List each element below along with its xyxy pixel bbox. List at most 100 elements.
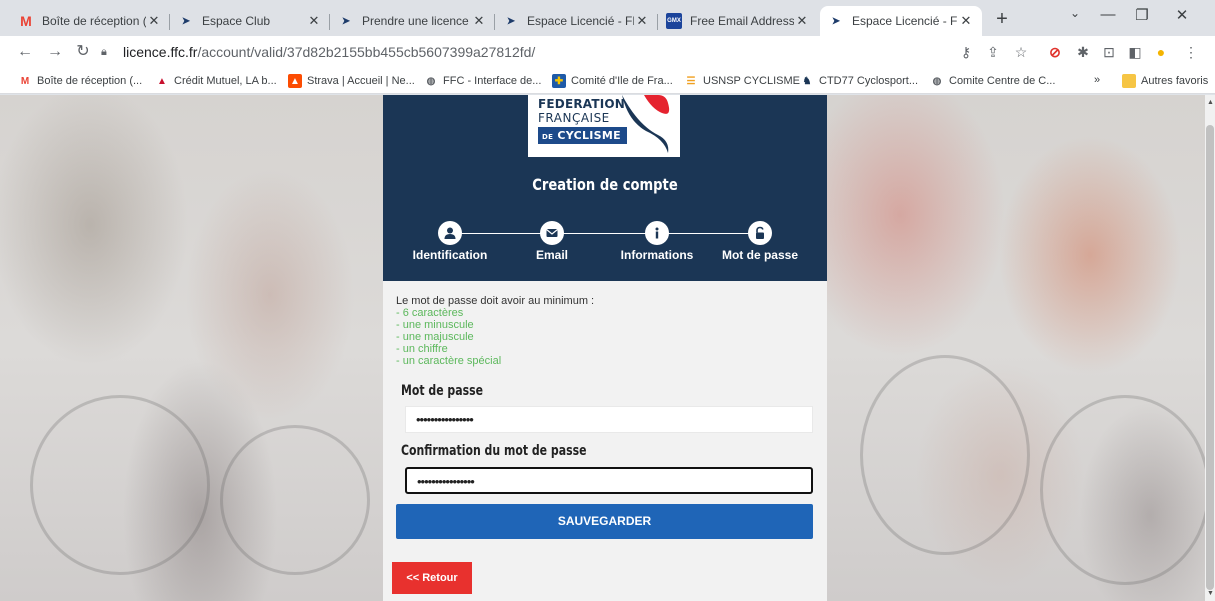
bookmark-star-icon[interactable]: ☆ — [1010, 42, 1032, 62]
ffc-icon: ➤ — [181, 15, 191, 27]
bookmark-label: Crédit Mutuel, LA b... — [174, 75, 277, 87]
close-icon[interactable]: ✕ — [634, 13, 650, 29]
bookmark-gmail[interactable]: M Boîte de réception (... — [18, 74, 142, 88]
new-tab-button[interactable]: + — [990, 8, 1014, 32]
page-viewport: FEDERATION FRANÇAISE DE CYCLISME Creatio… — [0, 95, 1205, 601]
bookmarks-bar: M Boîte de réception (... ▲ Crédit Mutue… — [0, 68, 1215, 94]
bookmark-strava[interactable]: ▲ Strava | Accueil | Ne... — [288, 74, 415, 88]
browser-tabstrip: M Boîte de réception (1 ✕ ➤ Espace Club … — [0, 0, 1215, 36]
menu-kebab-icon[interactable]: ⋮ — [1180, 42, 1202, 62]
step-informations — [645, 221, 669, 245]
forward-arrow-icon[interactable]: → — [44, 42, 66, 62]
bookmarks-overflow-button[interactable]: » — [1094, 74, 1100, 86]
password-input[interactable]: •••••••••••••••• — [405, 406, 813, 433]
save-button[interactable]: SAUVEGARDER — [396, 504, 813, 539]
close-icon[interactable]: ✕ — [306, 13, 322, 29]
background-wheel — [860, 355, 1030, 555]
password-rules-intro: Le mot de passe doit avoir au minimum : — [396, 295, 595, 307]
page-scrollbar[interactable]: ▲ ▼ — [1205, 95, 1215, 601]
ffc-icon: ➤ — [831, 15, 841, 27]
share-icon[interactable]: ⇪ — [982, 42, 1004, 62]
tab-free-email[interactable]: GMX Free Email Addresses ✕ — [658, 6, 818, 36]
confirm-password-input[interactable]: •••••••••••••••• — [405, 467, 813, 494]
url-path: /account/valid/37d82b2155bb455cb5607399a… — [197, 44, 536, 60]
logo-line3-prefix: DE — [542, 133, 554, 141]
scroll-up-arrow-icon[interactable]: ▲ — [1207, 99, 1214, 106]
logo-line1: FEDERATION — [538, 97, 626, 111]
step-label-mot-de-passe: Mot de passe — [721, 248, 799, 262]
key-icon[interactable]: ⚷ — [955, 42, 977, 62]
password-rule: - une majuscule — [396, 331, 474, 343]
tab-espace-licencie[interactable]: ➤ Espace Licencié - FFC ✕ — [495, 6, 658, 36]
tab-espace-club[interactable]: ➤ Espace Club ✕ — [170, 6, 330, 36]
step-label-identification: Identification — [412, 248, 488, 262]
address-bar[interactable]: 🔒︎ licence.ffc.fr/account/valid/37d82b21… — [101, 40, 951, 64]
tab-prendre-licence[interactable]: ➤ Prendre une licence c ✕ — [330, 6, 495, 36]
steps-connector — [461, 233, 763, 234]
envelope-icon — [546, 229, 558, 237]
bookmark-ffc-interface[interactable]: ◍ FFC - Interface de... — [424, 74, 542, 88]
tab-title: Espace Licencié - FFC — [527, 14, 634, 28]
bookmark-label: CTD77 Cyclosport... — [819, 75, 919, 87]
tab-title: Espace Licencié - FFC — [852, 14, 958, 28]
tab-title: Espace Club — [202, 14, 271, 28]
browser-toolbar: ← → ↻ 🔒︎ licence.ffc.fr/account/valid/37… — [0, 36, 1215, 68]
adblock-extension-icon[interactable]: ⊘ — [1044, 42, 1066, 62]
tab-search-icon[interactable]: ⌄ — [1060, 6, 1090, 20]
step-identification — [438, 221, 462, 245]
logo-line3: DE CYCLISME — [538, 127, 627, 144]
close-icon[interactable]: ✕ — [958, 13, 974, 29]
bookmark-label: Boîte de réception (... — [37, 75, 143, 87]
globe-icon: ◍ — [426, 75, 436, 87]
bookmark-credit-mutuel[interactable]: ▲ Crédit Mutuel, LA b... — [155, 74, 277, 88]
cast-icon[interactable]: ⊡ — [1098, 42, 1120, 62]
bookmark-label: Comité d'Ile de Fra... — [571, 75, 673, 87]
side-panel-icon[interactable]: ◧ — [1124, 42, 1146, 62]
bookmark-other-favorites[interactable]: Autres favoris — [1122, 74, 1208, 88]
password-rule: - 6 caractères — [396, 307, 464, 319]
scrollbar-thumb[interactable] — [1206, 125, 1214, 590]
back-button[interactable]: << Retour — [392, 562, 472, 594]
close-icon[interactable]: ✕ — [146, 13, 162, 29]
scroll-down-arrow-icon[interactable]: ▼ — [1207, 590, 1214, 597]
account-creation-panel: FEDERATION FRANÇAISE DE CYCLISME Creatio… — [383, 95, 827, 601]
tab-title: Boîte de réception (1 — [42, 14, 146, 28]
panel-header: FEDERATION FRANÇAISE DE CYCLISME Creatio… — [383, 95, 827, 281]
background-wheel — [1040, 395, 1205, 585]
ctd77-icon: ♞ — [802, 75, 812, 87]
bookmark-ctd77[interactable]: ♞ CTD77 Cyclosport... — [800, 74, 919, 88]
close-icon[interactable]: ✕ — [794, 13, 810, 29]
extensions-puzzle-icon[interactable]: ✱ — [1072, 42, 1094, 62]
bookmark-usnsp[interactable]: ☰ USNSP CYCLISME — [684, 74, 800, 88]
tab-gmail-inbox[interactable]: M Boîte de réception (1 ✕ — [10, 6, 170, 36]
url-host: licence.ffc.fr — [123, 44, 198, 60]
bookmark-comite-idf[interactable]: ✚ Comité d'Ile de Fra... — [552, 74, 673, 88]
back-arrow-icon[interactable]: ← — [14, 42, 36, 62]
restore-icon[interactable]: ❐ — [1127, 6, 1157, 24]
close-icon[interactable]: ✕ — [471, 13, 487, 29]
tab-title: Free Email Addresses — [690, 14, 794, 28]
globe-icon: ◍ — [932, 75, 942, 87]
bookmark-comite-centre[interactable]: ◍ Comite Centre de C... — [930, 74, 1056, 88]
profile-avatar-icon[interactable]: ● — [1150, 42, 1172, 62]
ffc-icon: ➤ — [506, 15, 516, 27]
logo-line2: FRANÇAISE — [538, 111, 610, 125]
password-rule: - un caractère spécial — [396, 355, 502, 367]
gmail-icon: M — [20, 13, 32, 29]
background-wheel — [30, 395, 210, 575]
password-rule: - un chiffre — [396, 343, 448, 355]
password-rule: - une minuscule — [396, 319, 474, 331]
ffc-icon: ➤ — [341, 15, 351, 27]
window-close-icon[interactable]: ✕ — [1167, 6, 1197, 24]
password-label: Mot de passe — [401, 383, 484, 399]
bookmark-label: Autres favoris — [1141, 75, 1209, 87]
bookmark-label: USNSP CYCLISME — [703, 75, 800, 87]
bookmarks-overflow-label: » — [1094, 74, 1101, 86]
info-icon — [655, 227, 659, 239]
minimize-icon[interactable]: — — [1093, 6, 1123, 23]
credit-mutuel-icon: ▲ — [157, 75, 167, 87]
reload-icon[interactable]: ↻ — [72, 42, 94, 62]
bookmark-label: Strava | Accueil | Ne... — [307, 75, 415, 87]
tab-espace-licencie-active[interactable]: ➤ Espace Licencié - FFC ✕ — [820, 6, 982, 36]
folder-icon — [1122, 74, 1136, 88]
